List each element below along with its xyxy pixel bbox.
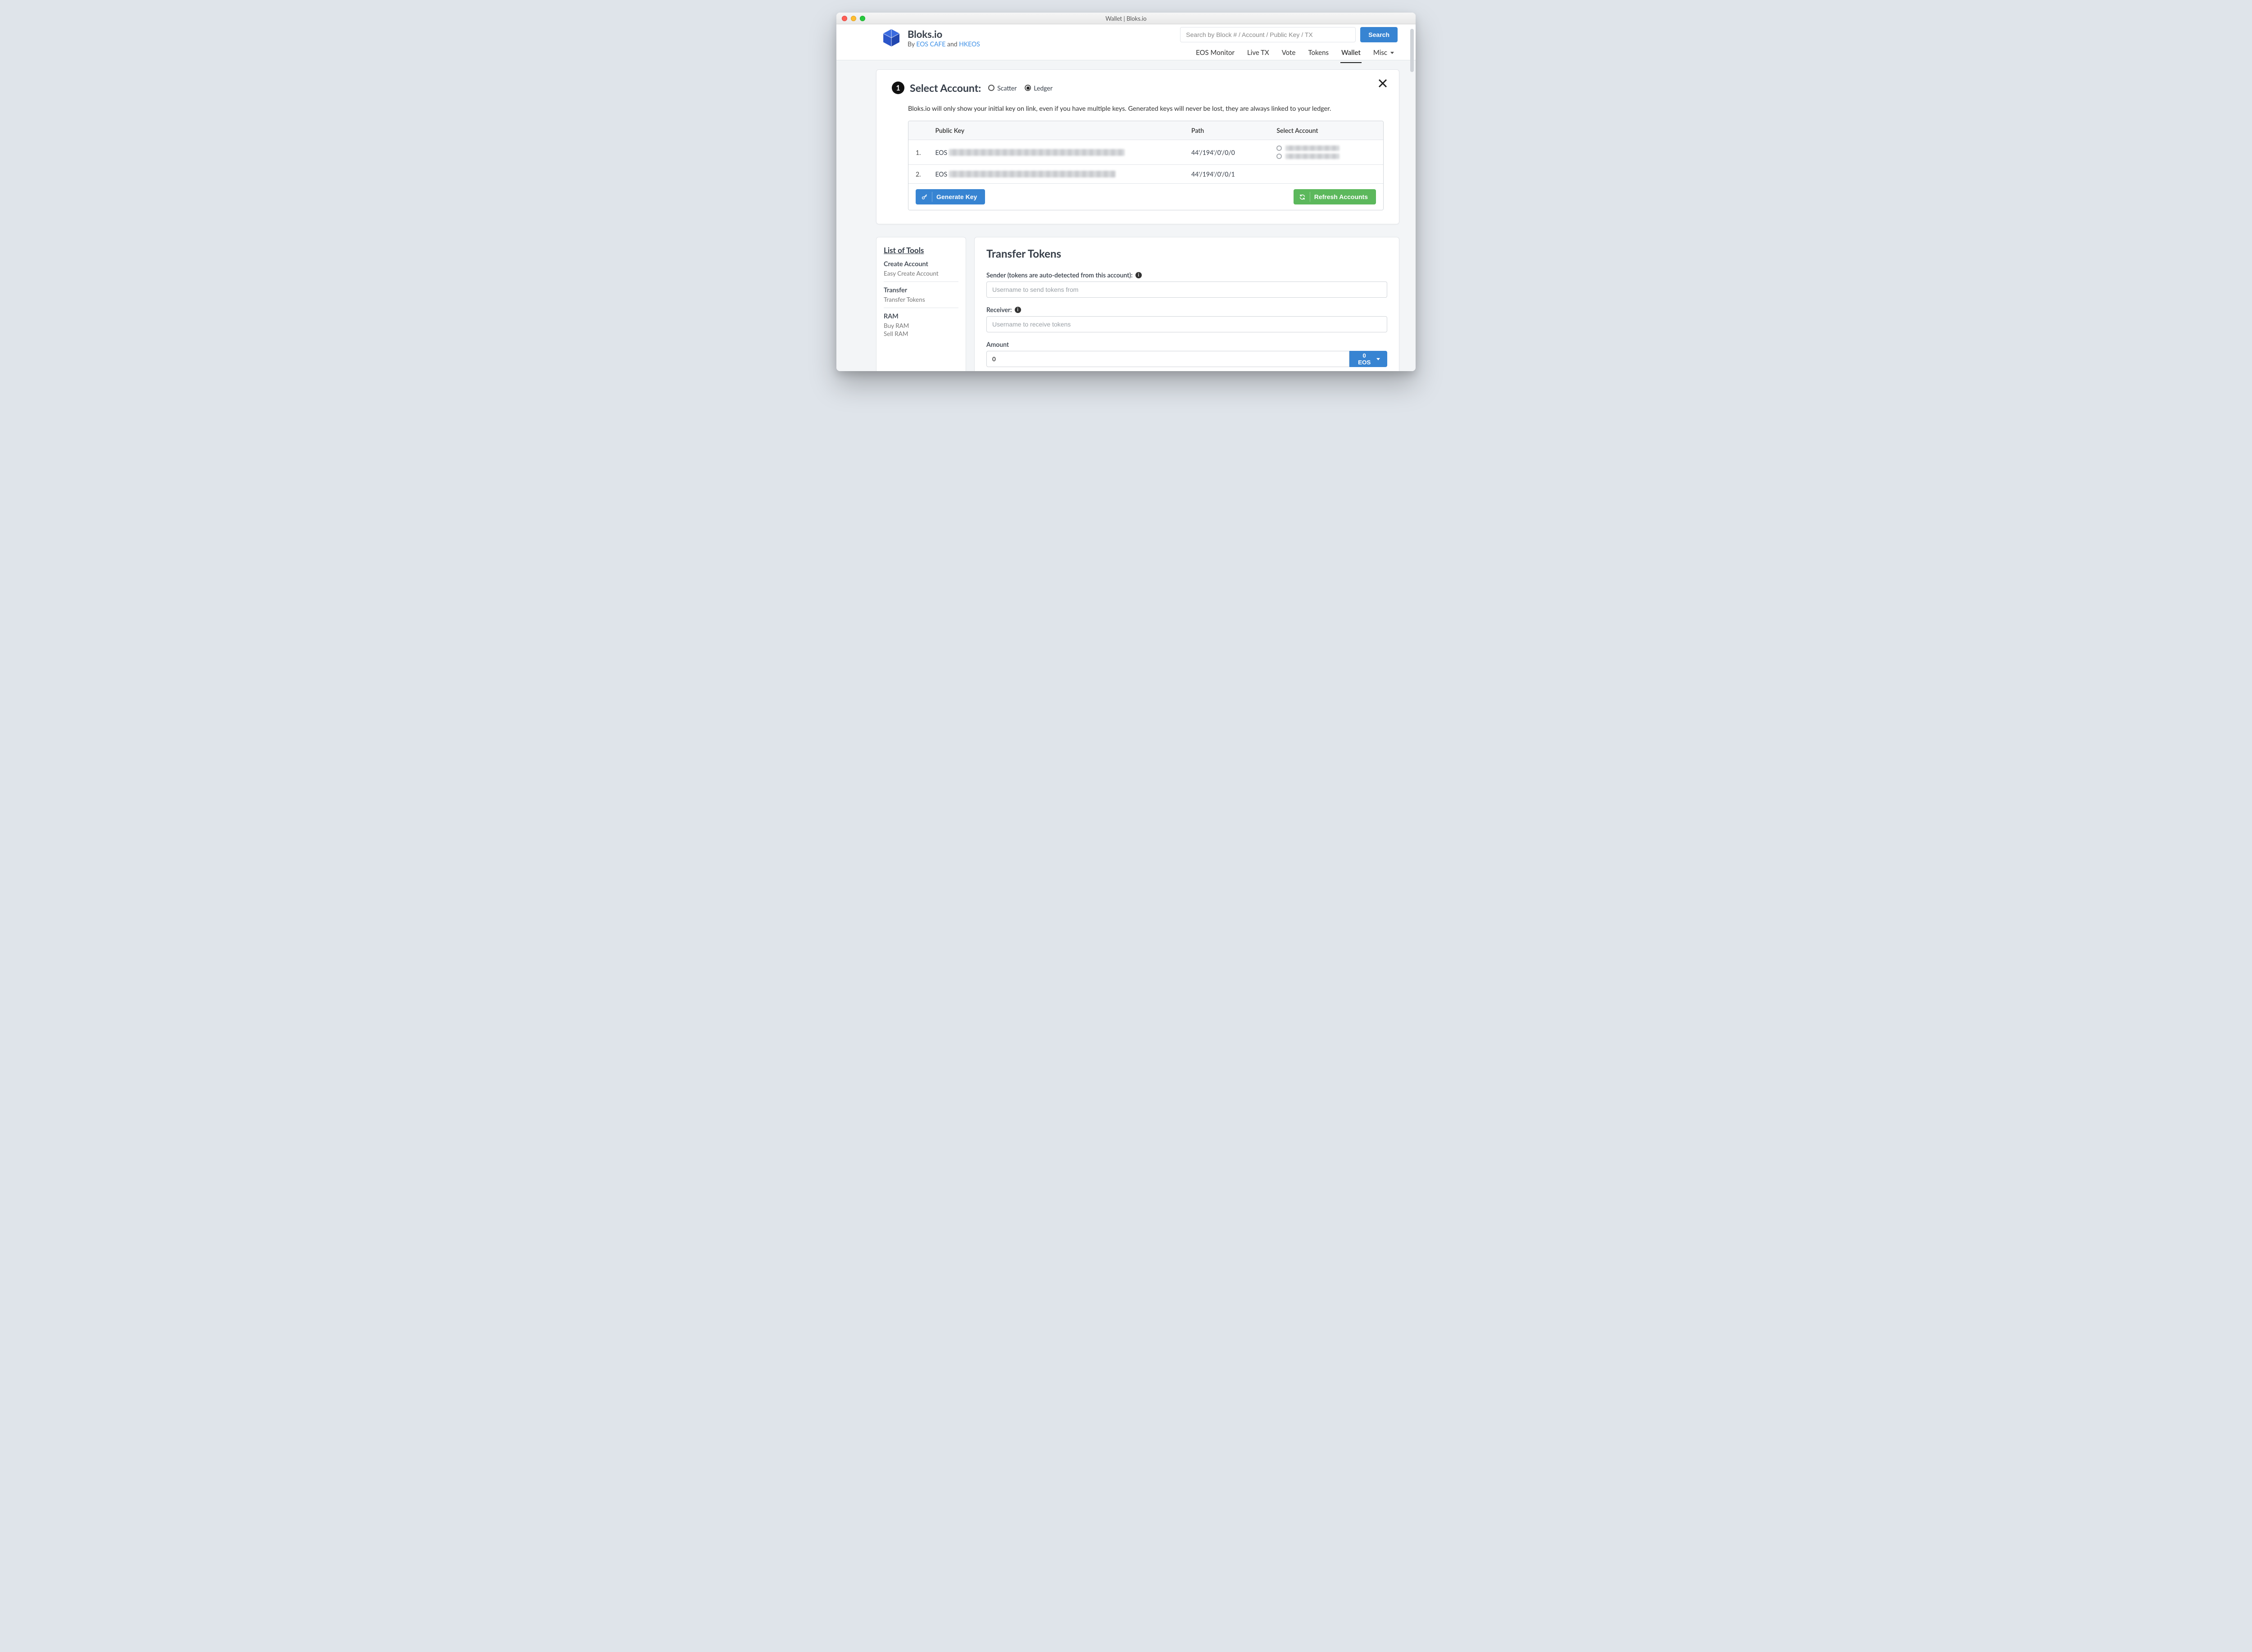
site-header: Bloks.io By EOS CAFE and HKEOS Search EO… (836, 24, 1416, 60)
close-panel-button[interactable] (1377, 78, 1388, 91)
radio-scatter-label: Scatter (997, 84, 1017, 92)
brand-name: Bloks.io (908, 29, 980, 39)
window-zoom-button[interactable] (860, 16, 865, 21)
select-account-panel: 1 Select Account: Scatter Ledger (876, 69, 1399, 224)
key-table: Public Key Path Select Account 1. (908, 121, 1384, 210)
derivation-path: 44'/194'/0'/0/0 (1184, 140, 1269, 165)
close-icon (1377, 78, 1388, 89)
info-icon[interactable]: i (1015, 307, 1021, 313)
receiver-label: Receiver: i (986, 306, 1387, 313)
th-select-account: Select Account (1269, 121, 1383, 140)
search-button[interactable]: Search (1360, 27, 1398, 42)
tool-group-ram: RAM Buy RAM Sell RAM (884, 308, 958, 342)
step-number-badge: 1 (892, 82, 904, 94)
nav-item-vote[interactable]: Vote (1281, 46, 1297, 63)
account-options (1276, 145, 1376, 159)
tool-link-sell-ram[interactable]: Sell RAM (884, 330, 958, 337)
table-row: 2. EOS 44'/194'/0'/0/1 (908, 165, 1383, 184)
byline-and: and (945, 40, 959, 48)
tool-group-heading: RAM (884, 313, 958, 320)
main-nav: EOS Monitor Live TX Vote Tokens Wallet M… (1195, 46, 1398, 63)
logo-cube-icon (881, 28, 901, 48)
amount-label: Amount (986, 340, 1387, 348)
transfer-title: Transfer Tokens (986, 247, 1387, 260)
window-minimize-button[interactable] (851, 16, 856, 21)
amount-input[interactable] (986, 351, 1349, 367)
window-title: Wallet | Bloks.io (836, 15, 1416, 22)
tool-group-heading: Transfer (884, 286, 958, 294)
generate-key-button[interactable]: Generate Key (916, 189, 985, 204)
derivation-path: 44'/194'/0'/0/1 (1184, 165, 1269, 184)
tools-sidebar: List of Tools Create Account Easy Create… (876, 237, 966, 371)
chevron-down-icon (1390, 52, 1394, 54)
redacted-account-name (1285, 154, 1339, 159)
transfer-panel: Transfer Tokens Sender (tokens are auto-… (974, 237, 1399, 371)
tool-group-create-account: Create Account Easy Create Account (884, 260, 958, 281)
nav-item-live-tx[interactable]: Live TX (1246, 46, 1270, 63)
key-icon (921, 194, 928, 200)
tool-group-heading: Create Account (884, 260, 958, 268)
step-title: Select Account: (910, 82, 981, 94)
radio-ledger-label: Ledger (1034, 84, 1053, 92)
redacted-public-key (949, 171, 1116, 177)
tool-link-buy-ram[interactable]: Buy RAM (884, 322, 958, 329)
window-titlebar: Wallet | Bloks.io (836, 13, 1416, 24)
pk-prefix: EOS (935, 170, 947, 178)
radio-icon (1025, 85, 1031, 91)
refresh-accounts-button[interactable]: Refresh Accounts (1294, 189, 1376, 204)
search-input[interactable] (1180, 27, 1356, 42)
byline-link-hkeos[interactable]: HKEOS (959, 40, 980, 48)
byline-link-eoscafe[interactable]: EOS CAFE (916, 40, 945, 48)
sender-label: Sender (tokens are auto-detected from th… (986, 271, 1387, 279)
browser-window: Wallet | Bloks.io Bloks.io (836, 13, 1416, 371)
redacted-public-key (949, 149, 1125, 156)
account-option[interactable] (1276, 154, 1376, 159)
tool-link-transfer-tokens[interactable]: Transfer Tokens (884, 296, 958, 303)
radio-icon (1276, 145, 1282, 151)
tools-title: List of Tools (884, 245, 958, 255)
window-close-button[interactable] (842, 16, 847, 21)
brand-byline: By EOS CAFE and HKEOS (908, 40, 980, 48)
row-index: 2. (908, 165, 928, 184)
byline-prefix: By (908, 40, 916, 48)
sender-input[interactable] (986, 281, 1387, 298)
scrollbar-thumb[interactable] (1410, 29, 1414, 72)
token-unit-dropdown[interactable]: 0 EOS (1349, 351, 1387, 367)
nav-item-misc-label: Misc (1373, 49, 1387, 57)
row-index: 1. (908, 140, 928, 165)
refresh-accounts-label: Refresh Accounts (1314, 193, 1368, 200)
pk-prefix: EOS (935, 149, 947, 156)
wallet-provider-radio-group: Scatter Ledger (988, 84, 1053, 92)
nav-item-misc[interactable]: Misc (1372, 46, 1395, 63)
nav-item-wallet[interactable]: Wallet (1340, 46, 1362, 63)
receiver-input[interactable] (986, 316, 1387, 332)
info-icon[interactable]: i (1135, 272, 1142, 278)
ledger-note: Bloks.io will only show your initial key… (908, 105, 1384, 113)
generate-key-label: Generate Key (936, 193, 977, 200)
radio-scatter[interactable]: Scatter (988, 84, 1017, 92)
nav-item-eos-monitor[interactable]: EOS Monitor (1195, 46, 1235, 63)
table-row: 1. EOS 44'/194'/0'/0/0 (908, 140, 1383, 165)
account-option[interactable] (1276, 145, 1376, 151)
refresh-icon (1299, 194, 1306, 200)
redacted-account-name (1285, 145, 1339, 151)
token-unit-label: 0 EOS (1357, 352, 1372, 366)
nav-item-tokens[interactable]: Tokens (1307, 46, 1330, 63)
tool-group-transfer: Transfer Transfer Tokens (884, 281, 958, 308)
th-public-key: Public Key (928, 121, 1184, 140)
radio-ledger[interactable]: Ledger (1025, 84, 1053, 92)
tool-link-easy-create-account[interactable]: Easy Create Account (884, 270, 958, 277)
radio-icon (988, 85, 994, 91)
radio-icon (1276, 154, 1282, 159)
th-path: Path (1184, 121, 1269, 140)
chevron-down-icon (1376, 358, 1380, 360)
brand[interactable]: Bloks.io By EOS CAFE and HKEOS (881, 28, 980, 48)
